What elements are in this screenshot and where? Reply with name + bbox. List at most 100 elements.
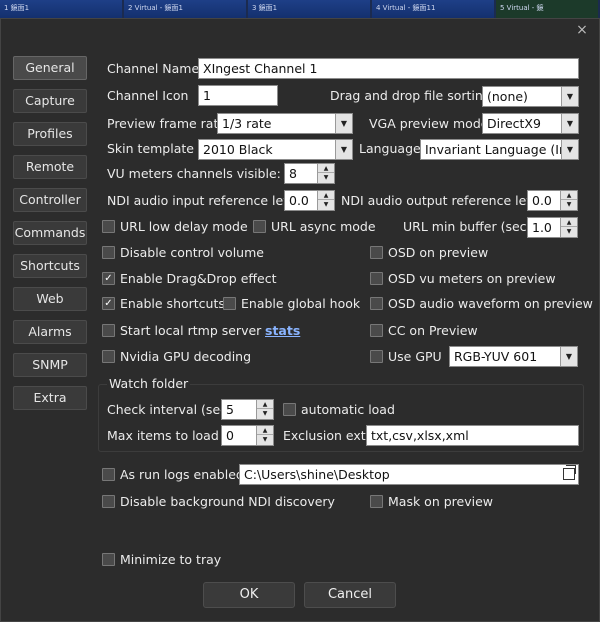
url-low-delay-checkbox[interactable]: [102, 220, 115, 233]
max-items-value: 0: [226, 428, 234, 443]
exclusion-label: Exclusion ext.: [283, 428, 370, 443]
language-select[interactable]: Invariant Language (Inva ▼: [420, 139, 579, 160]
watch-folder-title: Watch folder: [107, 376, 191, 392]
ndi-output-value: 0.0: [532, 193, 552, 208]
nav-shortcuts[interactable]: Shortcuts: [13, 254, 87, 278]
as-run-logs-label: As run logs enabled: [120, 467, 244, 482]
arrow-down-icon[interactable]: ▼: [318, 200, 334, 209]
enable-dragdrop-label: Enable Drag&Drop effect: [120, 271, 277, 286]
max-items-stepper[interactable]: 0 ▲ ▼: [221, 425, 274, 446]
use-gpu-label: Use GPU: [388, 349, 442, 364]
background-thumbnail-strip: 1 鏡面1 2 Virtual - 鏡面1 3 鏡面1 4 Virtual - …: [0, 0, 600, 18]
start-rtmp-checkbox[interactable]: [102, 324, 115, 337]
arrow-up-icon[interactable]: ▲: [318, 191, 334, 200]
thumbnail-3: 3 鏡面1: [248, 0, 372, 18]
dragdrop-sort-label: Drag and drop file sorting: [330, 88, 491, 103]
exclusion-input[interactable]: txt,csv,xlsx,xml: [366, 425, 579, 446]
arrow-up-icon[interactable]: ▲: [561, 218, 577, 227]
chevron-down-icon[interactable]: ▼: [561, 87, 578, 106]
nav-capture[interactable]: Capture: [13, 89, 87, 113]
nav-web[interactable]: Web: [13, 287, 87, 311]
chevron-down-icon[interactable]: ▼: [335, 114, 352, 133]
skin-select[interactable]: 2010 Black ▼: [198, 139, 353, 160]
gpu-mode-value: RGB-YUV 601: [454, 349, 538, 364]
nav-commands[interactable]: Commands: [13, 221, 87, 245]
enable-global-hook-label: Enable global hook: [241, 296, 361, 311]
url-async-checkbox[interactable]: [253, 220, 266, 233]
arrow-down-icon[interactable]: ▼: [318, 173, 334, 182]
nav-controller[interactable]: Controller: [13, 188, 87, 212]
url-min-buffer-stepper[interactable]: 1.0 ▲ ▼: [527, 217, 578, 238]
as-run-path-value: C:\Users\shine\Desktop: [244, 467, 390, 482]
enable-shortcuts-checkbox[interactable]: ✓: [102, 297, 115, 310]
nav-extra[interactable]: Extra: [13, 386, 87, 410]
nvidia-decoding-label: Nvidia GPU decoding: [120, 349, 252, 364]
arrow-up-icon[interactable]: ▲: [257, 400, 273, 409]
arrow-up-icon[interactable]: ▲: [561, 191, 577, 200]
osd-audio-waveform-checkbox[interactable]: [370, 297, 383, 310]
enable-shortcuts-label: Enable shortcuts: [120, 296, 225, 311]
arrow-up-icon[interactable]: ▲: [318, 164, 334, 173]
enable-global-hook-checkbox[interactable]: [223, 297, 236, 310]
cancel-button[interactable]: Cancel: [304, 582, 396, 608]
channel-name-label: Channel Name: [107, 61, 200, 76]
vga-mode-select[interactable]: DirectX9 ▼: [482, 113, 579, 134]
minimize-to-tray-label: Minimize to tray: [120, 552, 222, 567]
mask-on-preview-checkbox[interactable]: [370, 495, 383, 508]
nav-general[interactable]: General: [13, 56, 87, 80]
use-gpu-checkbox[interactable]: [370, 350, 383, 363]
osd-on-preview-label: OSD on preview: [388, 245, 489, 260]
channel-icon-label: Channel Icon: [107, 88, 189, 103]
channel-icon-input[interactable]: 1: [198, 85, 278, 106]
skin-value: 2010 Black: [203, 142, 273, 157]
preview-rate-select[interactable]: 1/3 rate ▼: [217, 113, 353, 134]
url-low-delay-label: URL low delay mode: [120, 219, 248, 234]
nvidia-decoding-checkbox[interactable]: [102, 350, 115, 363]
chevron-down-icon[interactable]: ▼: [561, 140, 578, 159]
browse-folder-icon[interactable]: [563, 465, 576, 480]
arrow-down-icon[interactable]: ▼: [257, 409, 273, 418]
arrow-up-icon[interactable]: ▲: [257, 426, 273, 435]
osd-vu-meters-checkbox[interactable]: [370, 272, 383, 285]
thumbnail-5: 5 Virtual - 鏡: [496, 0, 600, 18]
check-interval-stepper[interactable]: 5 ▲ ▼: [221, 399, 274, 420]
arrow-down-icon[interactable]: ▼: [561, 200, 577, 209]
dragdrop-sort-value: (none): [487, 89, 528, 104]
language-label: Language: [359, 141, 421, 156]
channel-name-input[interactable]: XIngest Channel 1: [198, 58, 579, 79]
vga-mode-label: VGA preview mode: [369, 116, 489, 131]
cc-on-preview-checkbox[interactable]: [370, 324, 383, 337]
url-async-label: URL async mode: [271, 219, 376, 234]
chevron-down-icon[interactable]: ▼: [561, 114, 578, 133]
max-items-label: Max items to load: [107, 428, 219, 443]
ok-button[interactable]: OK: [203, 582, 295, 608]
osd-vu-meters-label: OSD vu meters on preview: [388, 271, 556, 286]
nav-profiles[interactable]: Profiles: [13, 122, 87, 146]
as-run-logs-checkbox[interactable]: [102, 468, 115, 481]
minimize-to-tray-checkbox[interactable]: [102, 553, 115, 566]
vu-meters-stepper[interactable]: 8 ▲ ▼: [284, 163, 335, 184]
gpu-mode-select[interactable]: RGB-YUV 601 ▼: [449, 346, 578, 367]
nav-remote[interactable]: Remote: [13, 155, 87, 179]
close-icon[interactable]: ×: [574, 22, 590, 38]
ndi-output-stepper[interactable]: 0.0 ▲ ▼: [527, 190, 578, 211]
thumbnail-4: 4 Virtual - 鏡面11: [372, 0, 496, 18]
osd-on-preview-checkbox[interactable]: [370, 246, 383, 259]
enable-dragdrop-checkbox[interactable]: ✓: [102, 272, 115, 285]
thumbnail-2: 2 Virtual - 鏡面1: [124, 0, 248, 18]
disable-ndi-discovery-checkbox[interactable]: [102, 495, 115, 508]
chevron-down-icon[interactable]: ▼: [335, 140, 352, 159]
chevron-down-icon[interactable]: ▼: [560, 347, 577, 366]
automatic-load-checkbox[interactable]: [283, 403, 296, 416]
ndi-input-stepper[interactable]: 0.0 ▲ ▼: [284, 190, 335, 211]
as-run-path-input[interactable]: C:\Users\shine\Desktop: [239, 464, 579, 485]
stats-link[interactable]: stats: [265, 323, 300, 339]
settings-dialog: [0, 18, 600, 622]
arrow-down-icon[interactable]: ▼: [561, 227, 577, 236]
disable-control-volume-checkbox[interactable]: [102, 246, 115, 259]
nav-alarms[interactable]: Alarms: [13, 320, 87, 344]
arrow-down-icon[interactable]: ▼: [257, 435, 273, 444]
nav-snmp[interactable]: SNMP: [13, 353, 87, 377]
dragdrop-sort-select[interactable]: (none) ▼: [482, 86, 579, 107]
preview-rate-value: 1/3 rate: [222, 116, 272, 131]
